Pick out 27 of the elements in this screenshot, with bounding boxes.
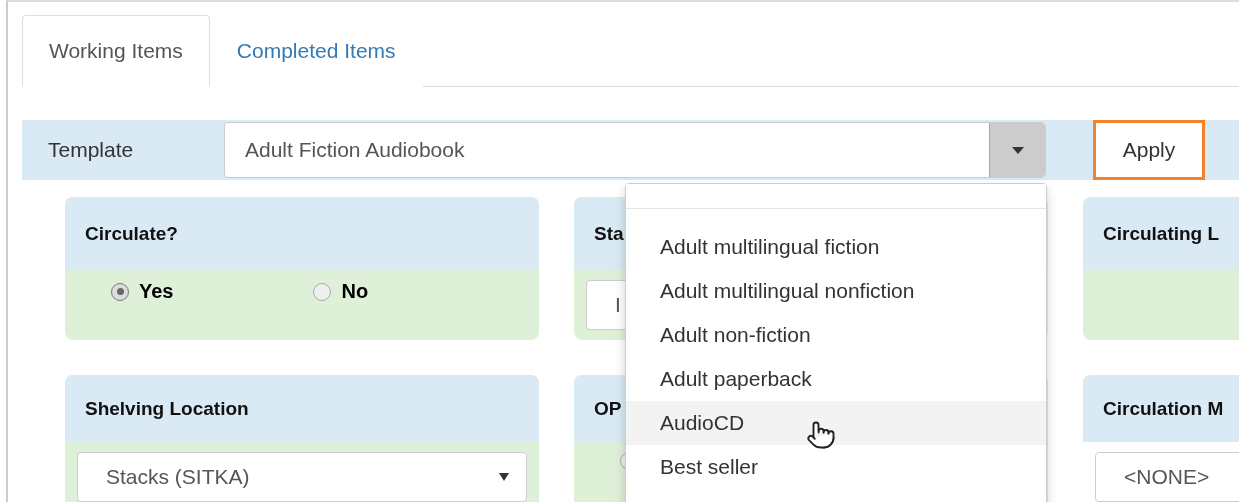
radio-option[interactable]: No <box>313 280 369 303</box>
caret-icon <box>1011 146 1024 154</box>
dropdown-toggle[interactable] <box>989 123 1045 177</box>
select-field[interactable]: Stacks (SITKA) <box>77 452 527 502</box>
template-value: Adult Fiction Audiobook <box>244 137 466 163</box>
card-title: Sta <box>594 222 624 245</box>
dropdown-item[interactable]: Adult multilingual fiction <box>626 225 1046 269</box>
radio-button[interactable] <box>111 282 129 301</box>
card-title: OP <box>594 397 622 420</box>
dropdown-item[interactable]: Adult paperback <box>626 357 1046 401</box>
caret-icon <box>498 472 510 482</box>
dropdown-item[interactable]: AudioCD <box>626 401 1046 445</box>
template-select[interactable]: Adult Fiction Audiobook <box>224 122 1046 178</box>
template-label: Template <box>47 138 135 162</box>
tab[interactable]: Working Items <box>22 15 210 87</box>
apply-button[interactable]: Apply <box>1093 120 1205 180</box>
card-title: Shelving Location <box>85 397 249 420</box>
dropdown-item[interactable]: Best seller <box>626 445 1046 489</box>
radio-option[interactable]: Yes <box>111 280 174 303</box>
radio-button[interactable] <box>313 282 332 301</box>
hand-cursor-icon <box>806 420 836 450</box>
dropdown-item[interactable]: Adult multilingual nonfiction <box>626 269 1046 313</box>
dropdown-item[interactable]: Adult non-fiction <box>626 313 1046 357</box>
card-title: Circulate? <box>85 222 178 245</box>
text-field[interactable]: <NONE> <box>1095 452 1239 502</box>
card-title: Circulating L <box>1103 222 1220 245</box>
card-title: Circulation M <box>1103 397 1224 420</box>
